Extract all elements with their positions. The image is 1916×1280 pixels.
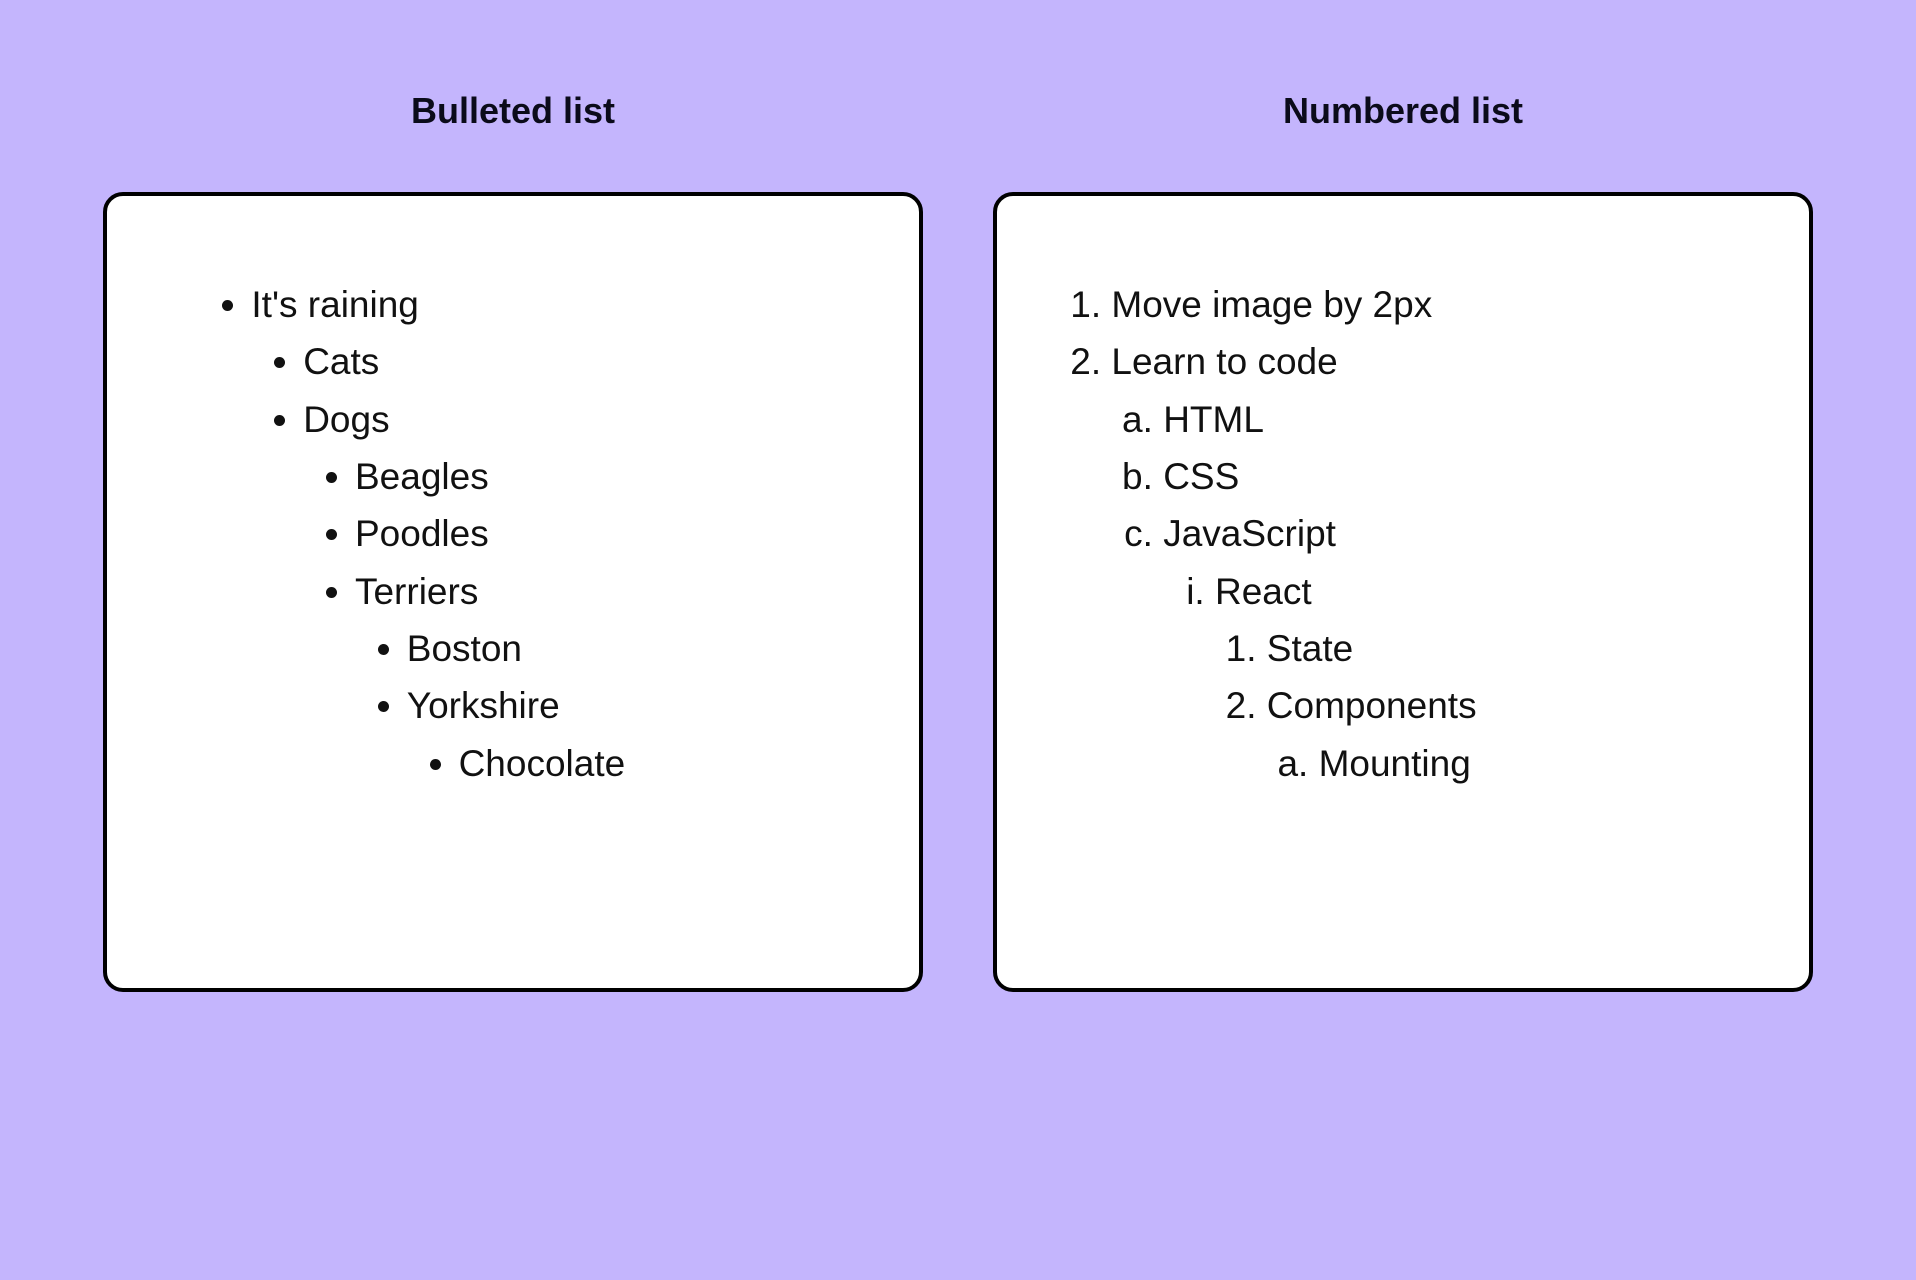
numbered-sublist: Mounting xyxy=(1267,735,1749,792)
list-item: HTML xyxy=(1163,391,1749,448)
list-item-label: Dogs xyxy=(303,399,389,440)
numbered-card: Move image by 2px Learn to code HTML CSS Jav… xyxy=(993,192,1813,992)
list-item-label: CSS xyxy=(1163,456,1239,497)
list-item: Chocolate xyxy=(459,735,859,792)
bulleted-sublist: Cats Dogs Beagles Poodles Terriers Boston York… xyxy=(251,333,859,792)
list-item-label: Move image by 2px xyxy=(1111,284,1432,325)
list-item-label: Components xyxy=(1267,685,1477,726)
list-item: Components Mounting xyxy=(1267,677,1749,792)
numbered-list: Move image by 2px Learn to code HTML CSS Jav… xyxy=(1067,276,1749,792)
numbered-sublist: HTML CSS JavaScript React State Components Mou… xyxy=(1111,391,1749,792)
bulleted-title: Bulleted list xyxy=(411,90,615,132)
numbered-sublist: React State Components Mounting xyxy=(1163,563,1749,792)
list-item: Cats xyxy=(303,333,859,390)
list-item-label: Chocolate xyxy=(459,743,626,784)
numbered-title: Numbered list xyxy=(1283,90,1523,132)
bulleted-sublist: Boston Yorkshire Chocolate xyxy=(355,620,859,792)
list-item: Terriers Boston Yorkshire Chocolate xyxy=(355,563,859,792)
numbered-panel: Numbered list Move image by 2px Learn to … xyxy=(993,90,1813,1190)
list-item: CSS xyxy=(1163,448,1749,505)
bulleted-card: It's raining Cats Dogs Beagles Poodles Terrie… xyxy=(103,192,923,992)
list-item: React State Components Mounting xyxy=(1215,563,1749,792)
list-item: State xyxy=(1267,620,1749,677)
list-item: Beagles xyxy=(355,448,859,505)
list-item-label: HTML xyxy=(1163,399,1264,440)
list-item: Mounting xyxy=(1319,735,1749,792)
numbered-sublist: State Components Mounting xyxy=(1215,620,1749,792)
list-item: Poodles xyxy=(355,505,859,562)
list-item-label: Learn to code xyxy=(1111,341,1337,382)
list-item-label: It's raining xyxy=(251,284,418,325)
list-item-label: React xyxy=(1215,571,1312,612)
list-item: Dogs Beagles Poodles Terriers Boston Yorkshir… xyxy=(303,391,859,792)
list-item: Move image by 2px xyxy=(1111,276,1749,333)
list-item-label: Mounting xyxy=(1319,743,1471,784)
list-item: It's raining Cats Dogs Beagles Poodles Terrie… xyxy=(251,276,859,792)
bulleted-sublist: Beagles Poodles Terriers Boston Yorkshire Cho… xyxy=(303,448,859,792)
list-item: Boston xyxy=(407,620,859,677)
list-item-label: Beagles xyxy=(355,456,489,497)
list-item-label: Yorkshire xyxy=(407,685,560,726)
bulleted-list: It's raining Cats Dogs Beagles Poodles Terrie… xyxy=(207,276,859,792)
list-item-label: Boston xyxy=(407,628,522,669)
bulleted-panel: Bulleted list It's raining Cats Dogs Beagle… xyxy=(103,90,923,1190)
list-item: JavaScript React State Components Mounting xyxy=(1163,505,1749,792)
list-item: Yorkshire Chocolate xyxy=(407,677,859,792)
list-item-label: State xyxy=(1267,628,1353,669)
list-item-label: JavaScript xyxy=(1163,513,1336,554)
list-item-label: Poodles xyxy=(355,513,489,554)
list-item-label: Terriers xyxy=(355,571,478,612)
list-item: Learn to code HTML CSS JavaScript React State… xyxy=(1111,333,1749,792)
bulleted-sublist: Chocolate xyxy=(407,735,859,792)
list-item-label: Cats xyxy=(303,341,379,382)
